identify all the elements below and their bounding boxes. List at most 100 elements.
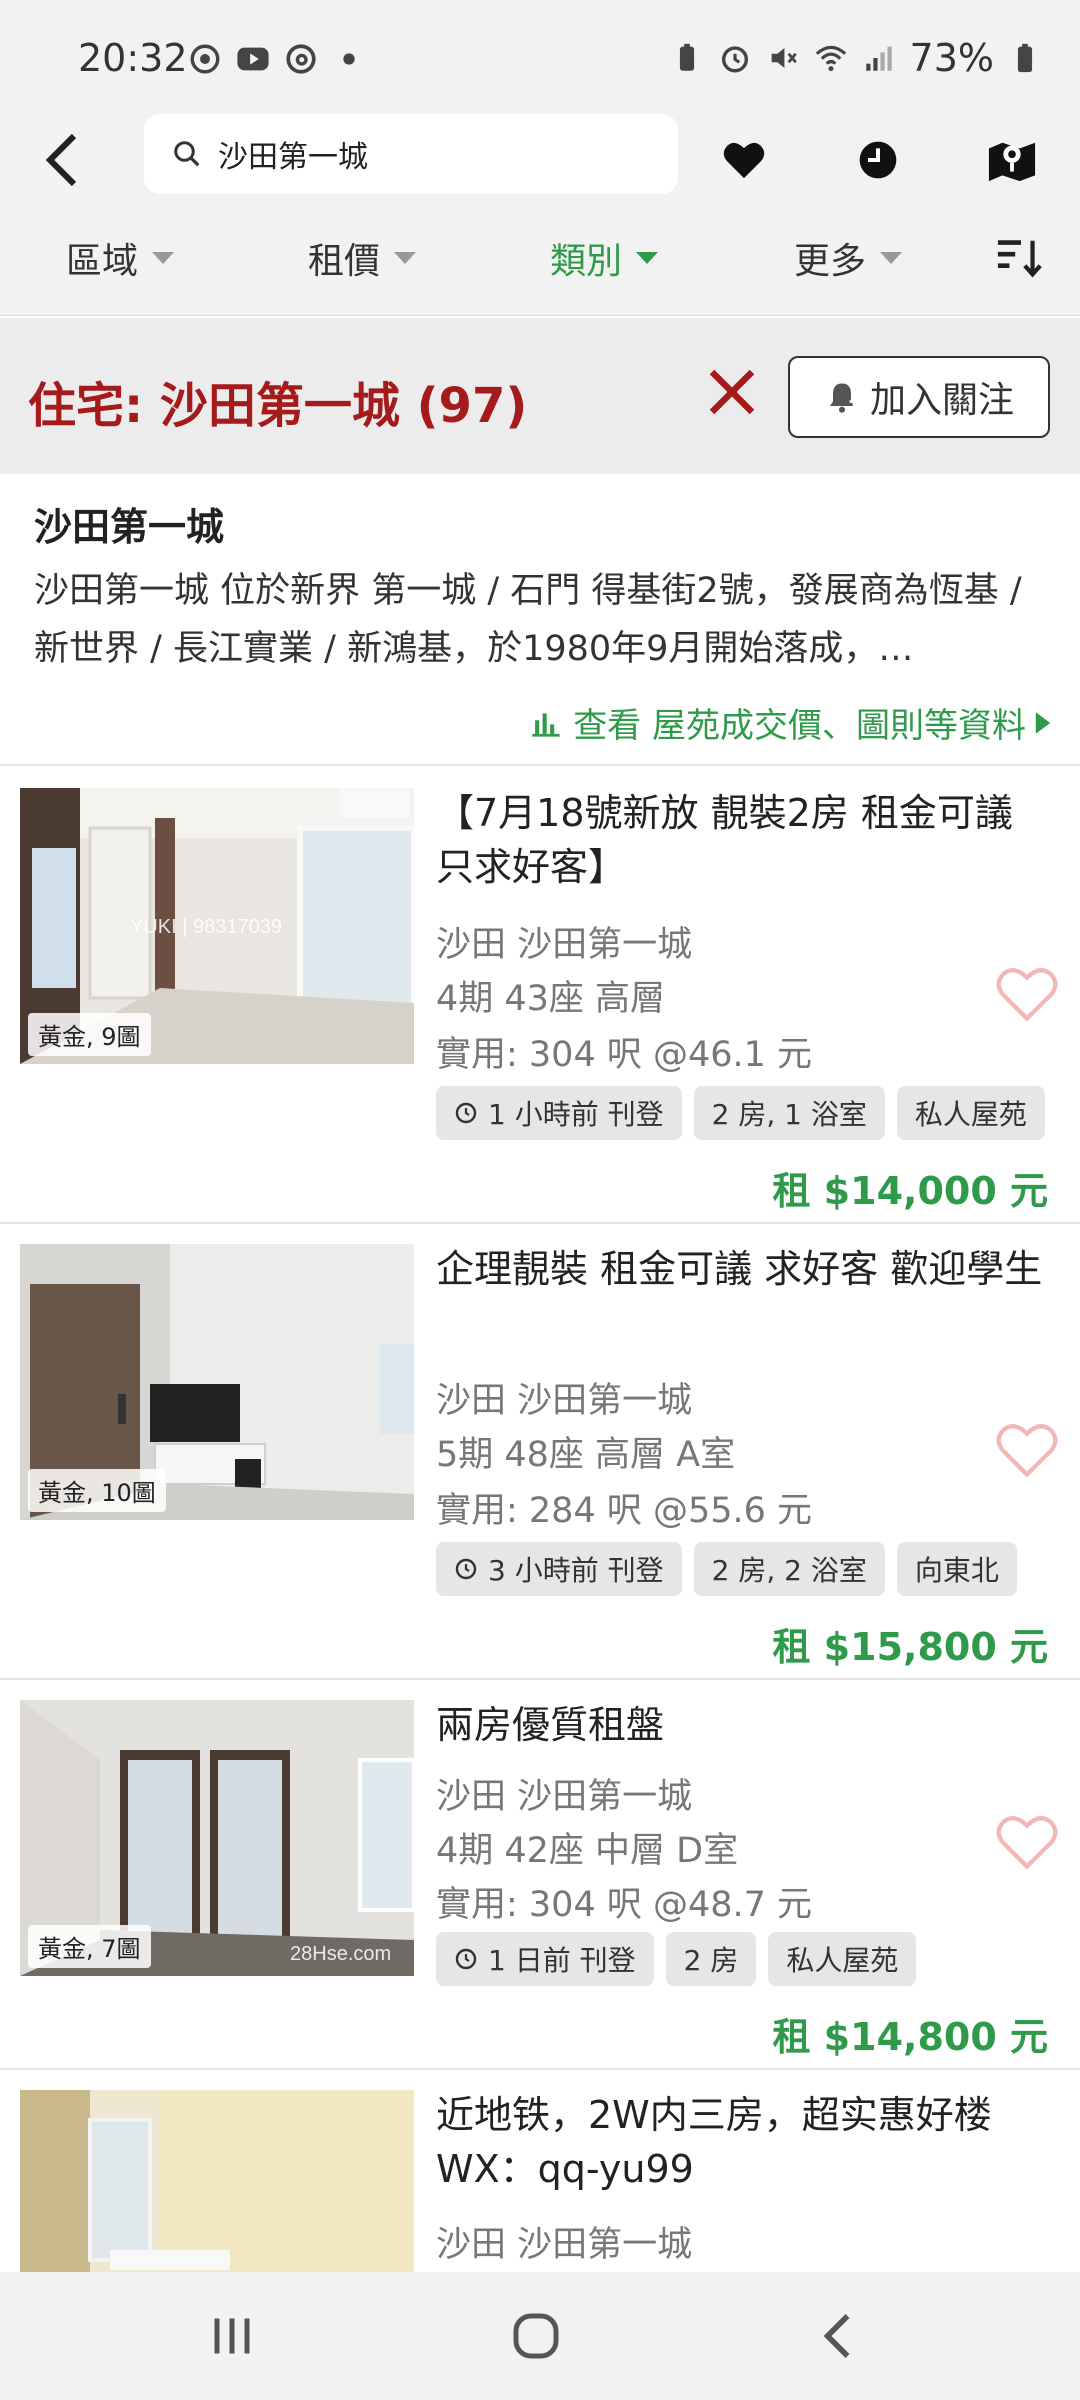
listing-unit: 4期 42座 中層 D室 — [436, 1831, 739, 1871]
battery-percent: 73% — [909, 36, 994, 80]
recent-apps-icon[interactable] — [202, 2306, 262, 2366]
posted-time-label: 3 小時前 刊登 — [488, 1554, 664, 1587]
status-right: 73% — [670, 36, 1042, 80]
favorite-heart-icon[interactable] — [994, 1420, 1060, 1480]
search-icon — [174, 141, 200, 167]
wifi-icon — [815, 45, 846, 72]
estate-info: 沙田第一城 沙田第一城 位於新界 第一城 / 石門 得基街2號，發展商為恆基 /… — [0, 474, 1080, 766]
rooms-tag: 2 房 — [665, 1932, 757, 1986]
page-title: 住宅: 沙田第一城 (97) — [28, 378, 528, 434]
back-nav-icon[interactable] — [810, 2306, 870, 2366]
chevron-down-icon — [152, 252, 175, 264]
listing-photo[interactable] — [20, 2090, 414, 2272]
photo-count-tag: 黃金, 9圖 — [28, 1013, 151, 1056]
listing-card[interactable]: 28Hse.com 黃金, 7圖 兩房優質租盤 沙田 沙田第一城 4期 42座 … — [0, 1680, 1080, 2070]
filter-category-label: 類別 — [550, 241, 623, 282]
dot-icon — [343, 53, 355, 65]
favorites-button[interactable] — [712, 128, 776, 192]
filter-more[interactable]: 更多 — [794, 232, 903, 284]
listing-card[interactable]: 近地铁，2W内三房，超实惠好楼WX：qq-yu99 沙田 沙田第一城 — [0, 2070, 1080, 2272]
top-bar: 沙田第一城 — [0, 110, 1080, 210]
filter-rent-label: 租價 — [308, 241, 381, 282]
status-bar: 20:32 73% — [0, 0, 1080, 110]
listing-title: 近地铁，2W内三房，超实惠好楼WX：qq-yu99 — [436, 2093, 992, 2191]
orientation-tag: 向東北 — [896, 1542, 1017, 1596]
filter-rent[interactable]: 租價 — [308, 232, 417, 284]
signal-icon — [865, 46, 892, 71]
follow-label: 加入關注 — [869, 380, 1014, 421]
home-icon[interactable] — [506, 2306, 566, 2366]
listing-unit: 4期 43座 高層 — [436, 979, 666, 1019]
listing-tags: 1 日前 刊登 2 房 私人屋苑 — [436, 1932, 917, 1986]
property-type-tag: 私人屋苑 — [768, 1932, 917, 1986]
battery-icon — [1017, 43, 1033, 73]
posted-time-label: 1 小時前 刊登 — [488, 1098, 664, 1131]
filter-region[interactable]: 區域 — [66, 232, 175, 284]
alarm-icon — [721, 46, 748, 73]
system-nav-bar — [0, 2272, 1080, 2400]
bar-chart-icon — [532, 712, 560, 737]
listing-district: 沙田 沙田第一城 — [436, 925, 693, 965]
listing-district: 沙田 沙田第一城 — [436, 1381, 693, 1421]
chevron-down-icon — [880, 252, 903, 264]
favorite-heart-icon[interactable] — [994, 1812, 1060, 1872]
posted-time-tag: 1 日前 刊登 — [436, 1932, 654, 1986]
back-button[interactable] — [30, 128, 94, 192]
sort-icon — [997, 240, 1042, 278]
posted-time-tag: 1 小時前 刊登 — [436, 1086, 682, 1140]
posted-time-label: 1 日前 刊登 — [488, 1944, 636, 1977]
clock-icon — [455, 1948, 477, 1970]
listing-card[interactable]: 黃金, 10圖 企理靚裝 租金可議 求好客 歡迎學生 沙田 沙田第一城 5期 4… — [0, 1224, 1080, 1680]
clock-icon — [455, 1558, 477, 1580]
chevron-down-icon — [394, 252, 417, 264]
chevron-down-icon — [636, 252, 659, 264]
listing-photo[interactable]: 28Hse.com 黃金, 7圖 — [20, 1700, 414, 1976]
listing-photo[interactable]: 黃金, 10圖 — [20, 1244, 414, 1520]
listing-title: 【7月18號新放 靚裝2房 租金可議 只求好客】 — [436, 791, 1013, 889]
listing-card[interactable]: YUKI | 98317039 黃金, 9圖 【7月18號新放 靚裝2房 租金可… — [0, 768, 1080, 1224]
listing-district: 沙田 沙田第一城 — [436, 2225, 693, 2265]
filter-more-label: 更多 — [794, 241, 867, 282]
chevron-right-icon — [1035, 711, 1051, 734]
history-button[interactable] — [846, 128, 910, 192]
bell-plus-icon — [829, 383, 859, 413]
clock-icon — [455, 1102, 477, 1124]
youtube-icon — [237, 47, 269, 71]
listing-unit: 5期 48座 高層 A室 — [436, 1435, 736, 1475]
mute-icon — [771, 48, 797, 68]
photo-count-tag: 黃金, 7圖 — [28, 1925, 151, 1968]
filter-bar: 區域 租價 類別 更多 — [0, 210, 1080, 316]
follow-button[interactable]: 加入關注 — [788, 356, 1050, 438]
estate-link-label: 查看 屋苑成交價、圖則等資料 — [573, 706, 1026, 746]
favorite-heart-icon[interactable] — [994, 964, 1060, 1024]
clear-filter-icon[interactable] — [702, 362, 762, 422]
search-input[interactable]: 沙田第一城 — [144, 114, 678, 194]
sort-button[interactable] — [996, 238, 1046, 278]
listing-tags: 3 小時前 刊登 2 房, 2 浴室 向東北 — [436, 1542, 1017, 1596]
room-photo-image — [20, 2090, 414, 2272]
listing-area: 實用: 304 呎 @48.7 元 — [436, 1885, 813, 1925]
estate-name: 沙田第一城 — [34, 505, 225, 549]
listing-price: 租 $14,000 元 — [772, 1169, 1048, 1213]
filter-region-label: 區域 — [66, 241, 139, 282]
status-time: 20:32 — [78, 36, 188, 80]
rooms-tag: 2 房, 2 浴室 — [693, 1542, 885, 1596]
listing-area: 實用: 284 呎 @55.6 元 — [436, 1491, 813, 1531]
estate-details-link[interactable]: 查看 屋苑成交價、圖則等資料 — [529, 698, 1052, 747]
threads-icon — [286, 44, 316, 74]
heart-icon — [723, 142, 765, 179]
status-left-icons — [188, 42, 366, 76]
listing-price: 租 $15,800 元 — [772, 1625, 1048, 1669]
listing-area: 實用: 304 呎 @46.1 元 — [436, 1035, 813, 1075]
listing-photo[interactable]: YUKI | 98317039 黃金, 9圖 — [20, 788, 414, 1064]
clock-icon — [859, 141, 897, 179]
listing-title: 兩房優質租盤 — [436, 1703, 665, 1747]
photo-watermark: YUKI | 98317039 — [130, 916, 282, 938]
posted-time-tag: 3 小時前 刊登 — [436, 1542, 682, 1596]
listing-tags: 1 小時前 刊登 2 房, 1 浴室 私人屋苑 — [436, 1086, 1045, 1140]
map-button[interactable] — [980, 128, 1044, 192]
map-icon — [988, 142, 1036, 182]
estate-description: 沙田第一城 位於新界 第一城 / 石門 得基街2號，發展商為恆基 / 新世界 /… — [34, 571, 1022, 669]
filter-category[interactable]: 類別 — [550, 232, 659, 284]
listing-price: 租 $14,800 元 — [772, 2015, 1048, 2059]
